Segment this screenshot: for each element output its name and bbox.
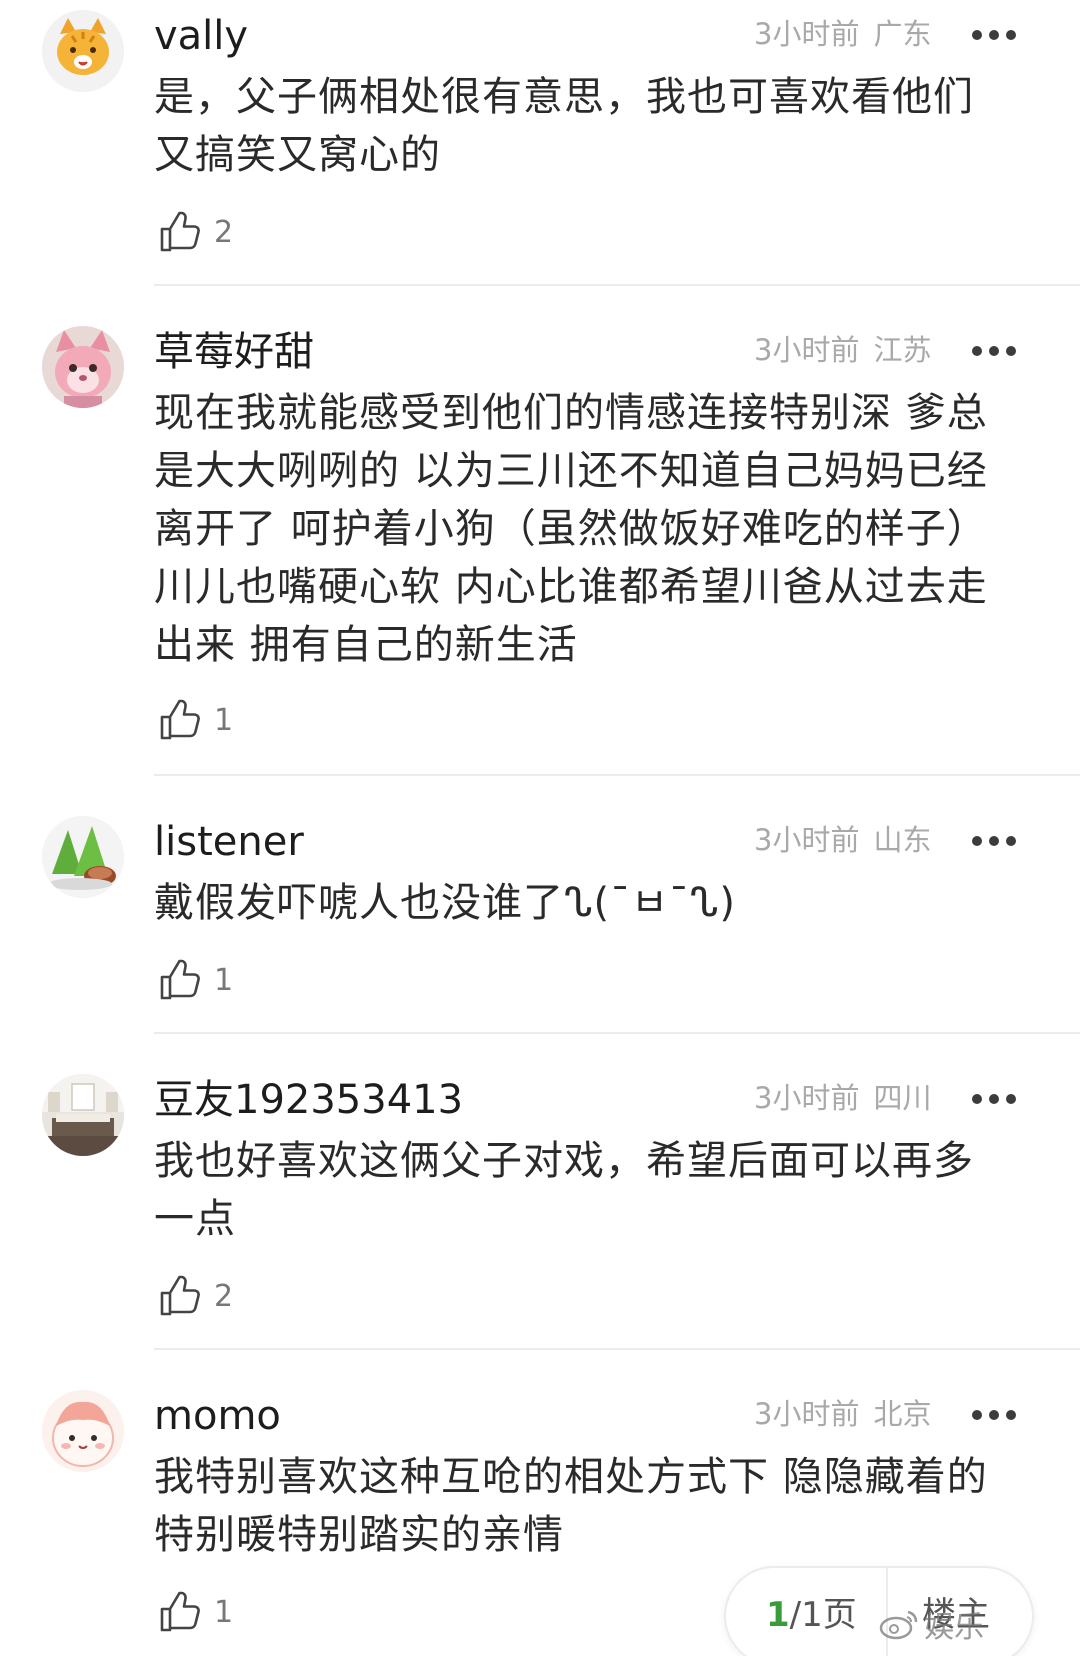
- username[interactable]: 草莓好甜: [154, 332, 314, 372]
- comment-location: 北京: [873, 1397, 932, 1431]
- like-button[interactable]: 2: [158, 210, 233, 254]
- thumbs-up-icon: [160, 1275, 200, 1316]
- current-page: 1: [766, 1595, 790, 1635]
- watermark: 娱乐: [878, 1604, 984, 1645]
- username[interactable]: listener: [154, 822, 304, 862]
- like-count: 1: [214, 962, 234, 998]
- more-options-icon[interactable]: [972, 28, 1016, 42]
- pink-fox-avatar-icon: [42, 326, 124, 408]
- room-photo-avatar-icon: [42, 1074, 124, 1156]
- cat-avatar-icon: [42, 10, 124, 92]
- divider: [154, 1348, 1080, 1350]
- like-count: 2: [214, 1278, 234, 1314]
- thumbs-up-icon: [160, 211, 200, 252]
- comment-meta: 3小时前 山东: [754, 826, 931, 855]
- watermark-text: 娱乐: [924, 1610, 984, 1645]
- comment-time: 3小时前: [754, 823, 860, 857]
- avatar[interactable]: [42, 10, 124, 92]
- divider: [154, 1032, 1080, 1034]
- comment-meta: 3小时前 四川: [754, 1084, 931, 1113]
- avatar[interactable]: [42, 816, 124, 898]
- comment-meta: 3小时前 广东: [754, 20, 931, 49]
- page-indicator[interactable]: 1/1页: [766, 1598, 857, 1632]
- weibo-logo-icon: [879, 1610, 918, 1640]
- comment-location: 广东: [873, 17, 932, 51]
- like-button[interactable]: 1: [158, 958, 233, 1002]
- username[interactable]: vally: [154, 16, 248, 56]
- like-button[interactable]: 1: [158, 1590, 233, 1634]
- like-button[interactable]: 1: [158, 698, 233, 742]
- like-button[interactable]: 2: [158, 1274, 233, 1318]
- like-count: 2: [214, 214, 234, 250]
- like-count: 1: [214, 1594, 234, 1630]
- comment-time: 3小时前: [754, 1081, 860, 1115]
- thumbs-up-icon: [160, 1591, 200, 1632]
- comment-text: 我特别喜欢这种互呛的相处方式下 隐隐藏着的 特别暖特别踏实的亲情: [154, 1454, 988, 1558]
- comment-location: 四川: [873, 1081, 932, 1115]
- avatar[interactable]: [42, 1074, 124, 1156]
- comment-time: 3小时前: [754, 333, 860, 367]
- comment-time: 3小时前: [754, 17, 860, 51]
- pink-bun-avatar-icon: [42, 1390, 124, 1472]
- comment-text: 是，父子俩相处很有意思，我也可喜欢看他们 又搞笑又窝心的: [154, 74, 974, 178]
- divider: [154, 774, 1080, 776]
- comment-location: 山东: [873, 823, 932, 857]
- more-options-icon[interactable]: [972, 1408, 1016, 1422]
- thumbs-up-icon: [160, 699, 200, 740]
- comment-text: 戴假发吓唬人也没谁了ᔐ(¯ㅂ¯ᔐ): [154, 880, 736, 926]
- comment-meta: 3小时前 江苏: [754, 336, 931, 365]
- rice-dumpling-avatar-icon: [42, 816, 124, 898]
- comment-location: 江苏: [873, 333, 932, 367]
- more-options-icon[interactable]: [972, 1092, 1016, 1106]
- thumbs-up-icon: [160, 959, 200, 1000]
- username[interactable]: 豆友192353413: [154, 1080, 463, 1120]
- comment-text: 我也好喜欢这俩父子对戏，希望后面可以再多 一点: [154, 1138, 974, 1242]
- comment-meta: 3小时前 北京: [754, 1400, 931, 1429]
- comment-text: 现在我就能感受到他们的情感连接特别深 爹总 是大大咧咧的 以为三川还不知道自己妈…: [154, 390, 988, 668]
- like-count: 1: [214, 702, 234, 738]
- avatar[interactable]: [42, 1390, 124, 1472]
- more-options-icon[interactable]: [972, 344, 1016, 358]
- comment-list-page: vally 3小时前 广东 是，父子俩相处很有意思，我也可喜欢看他们 又搞笑又窝心…: [0, 0, 1080, 1656]
- avatar[interactable]: [42, 326, 124, 408]
- total-pages: /1页: [789, 1595, 857, 1635]
- comment-time: 3小时前: [754, 1397, 860, 1431]
- more-options-icon[interactable]: [972, 834, 1016, 848]
- username[interactable]: momo: [154, 1396, 281, 1436]
- divider: [154, 284, 1080, 286]
